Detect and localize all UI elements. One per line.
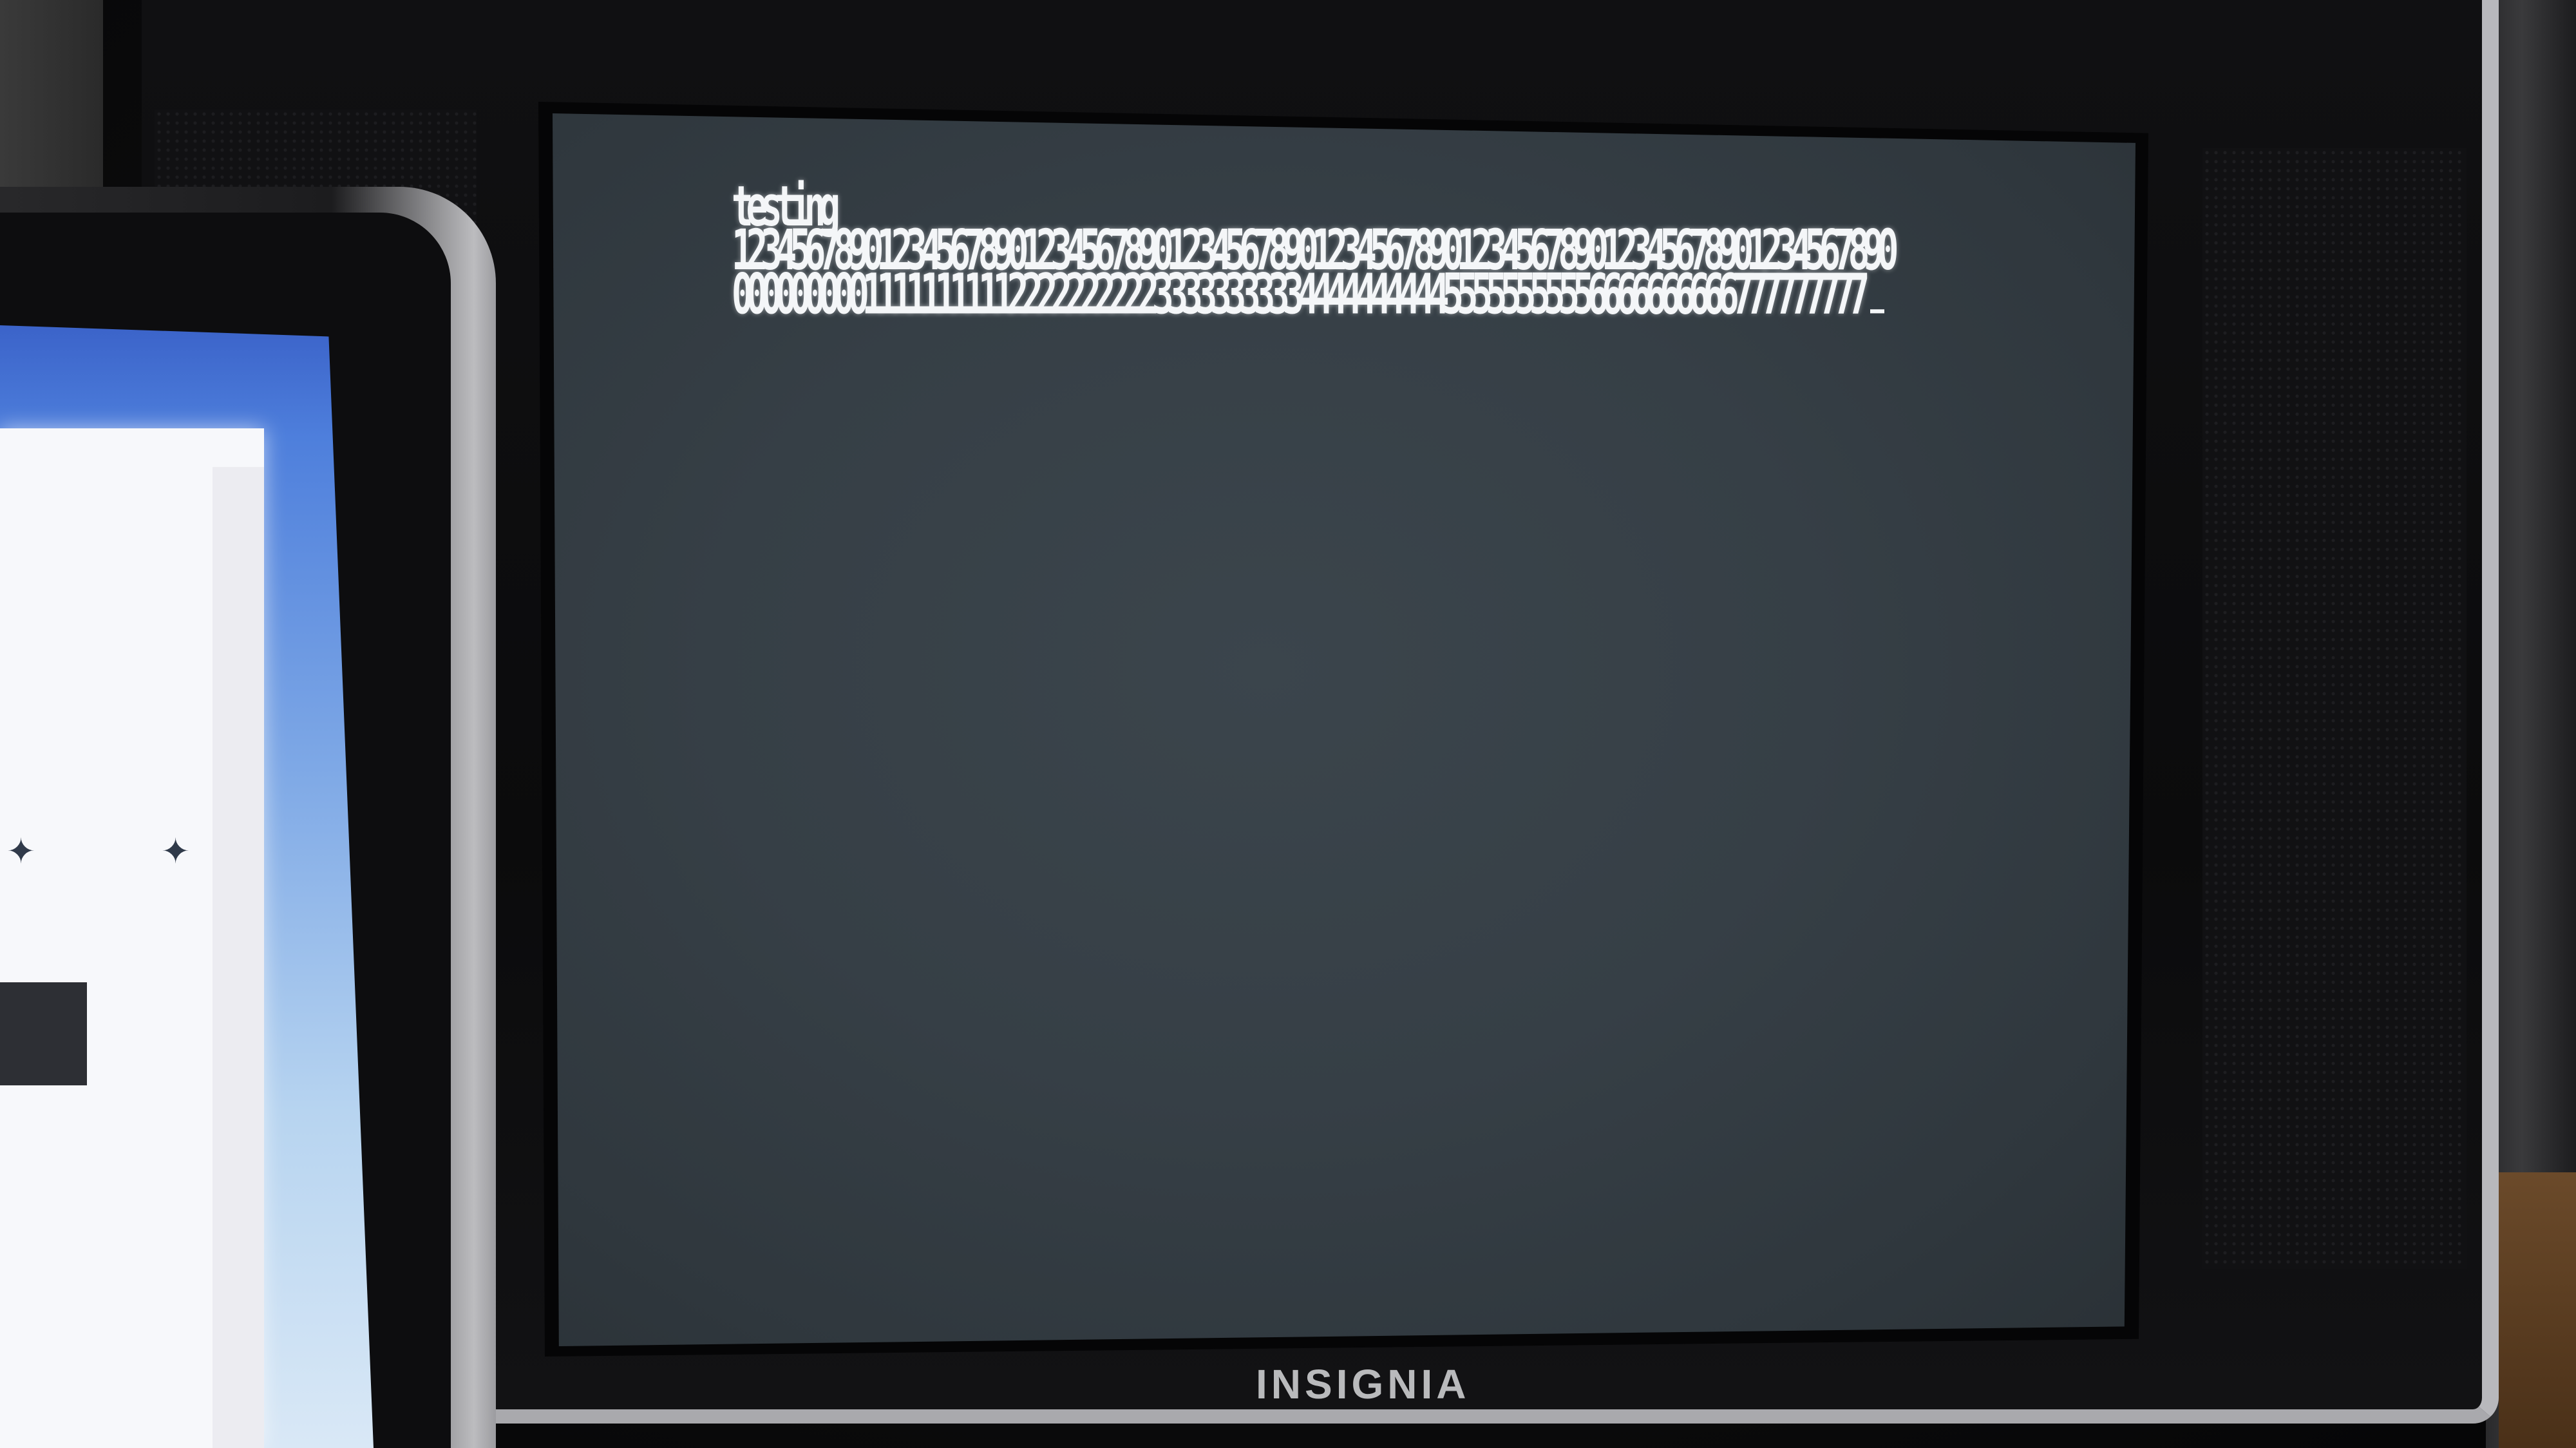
background-wood-cabinet (2499, 1172, 2576, 1448)
tv-speaker-grille-right (2202, 148, 2467, 1269)
tv-brand-logo: INSIGNIA (1256, 1361, 1470, 1407)
laptop-app-window-edge (213, 467, 264, 1448)
terminal-cursor (1870, 309, 1885, 314)
terminal-text: testing 12345678901234567890123456789012… (732, 179, 1899, 323)
background-wall (0, 0, 103, 187)
laptop-desktop-icon: ✦ (161, 831, 191, 872)
terminal-line-3: 0000000001111111111222222222233333333334… (732, 267, 1891, 323)
photo-scene: testing 12345678901234567890123456789012… (0, 0, 2576, 1448)
laptop-dark-panel (0, 982, 87, 1085)
tv-screen: testing 12345678901234567890123456789012… (553, 113, 2136, 1346)
laptop-desktop-icon: ✦ (6, 831, 36, 872)
terminal-line-3-text: 0000000001111111111222222222233333333334… (732, 262, 1870, 328)
